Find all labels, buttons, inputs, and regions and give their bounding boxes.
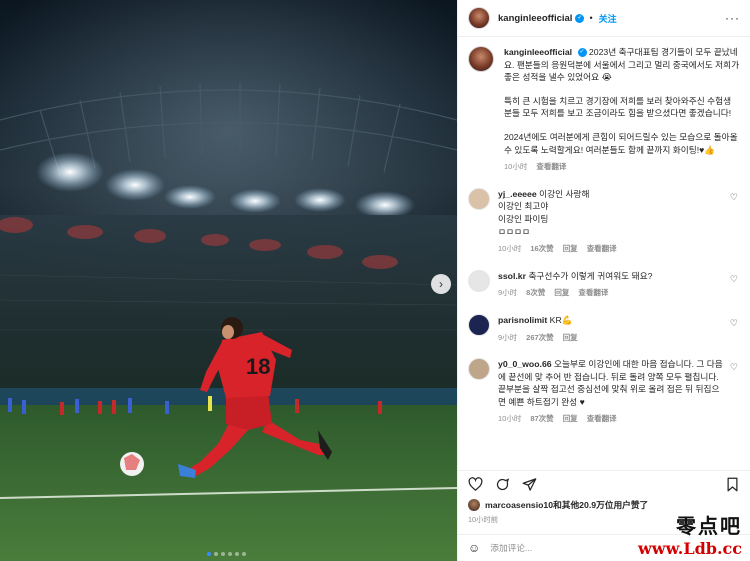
bookmark-icon[interactable] <box>725 477 740 492</box>
comment-like-heart-icon[interactable]: ♡ <box>730 362 738 373</box>
comment-item: yj_.eeeee 이강인 사랑해 이강인 최고야 이강인 파이팅 ㅁㅁㅁㅁ 10小时 1… <box>468 187 740 256</box>
comment-likes[interactable]: 8次赞 <box>526 287 545 300</box>
comment-like-heart-icon[interactable]: ♡ <box>730 318 738 329</box>
translate-link[interactable]: 查看翻译 <box>587 413 617 426</box>
post-sidebar: kanginleeofficial ✓ • 关注 ··· kanginleeof… <box>457 0 750 561</box>
action-bar <box>458 470 750 498</box>
caption-paragraph-1: kanginleeofficial ✓ 2023년 축구대표팀 경기들이 모두 … <box>504 46 740 84</box>
carousel-next-button[interactable]: › <box>431 274 451 294</box>
comment-meta: 10小时 87次赞 回复 查看翻译 <box>498 413 726 426</box>
comment-text: 이강인 최고야 <box>498 201 549 212</box>
post-caption: kanginleeofficial ✓ 2023년 축구대표팀 경기들이 모두 … <box>468 37 740 174</box>
comment-item: y0_0_woo.66 오늘부로 이강인에 대한 마음 접습니다. 그 다음에 … <box>468 358 740 426</box>
author-username[interactable]: kanginleeofficial <box>498 13 572 24</box>
comment-likes[interactable]: 87次赞 <box>530 413 553 426</box>
comment-text: 이강인 사랑해 <box>539 188 590 199</box>
comments-list[interactable]: kanginleeofficial ✓ 2023년 축구대표팀 경기들이 모두 … <box>458 37 750 470</box>
comment-icon[interactable] <box>495 477 510 492</box>
watermark-cn: 零点吧 <box>676 514 742 538</box>
commenter-username[interactable]: parisnolimit <box>498 315 547 325</box>
comment-time: 9小时 <box>498 332 518 342</box>
carousel-dot <box>214 552 218 556</box>
liker-avatar <box>468 498 480 511</box>
carousel-dot <box>235 552 239 556</box>
comment-content: ssol.kr 축구선수가 이렇게 귀여워도 돼요? 9小时 8次赞 回复 查看翻译 <box>498 270 726 300</box>
comment-meta: 9小时 8次赞 回复 查看翻译 <box>498 287 726 300</box>
comment-item: ssol.kr 축구선수가 이렇게 귀여워도 돼요? 9小时 8次赞 回复 查看翻译 ♡ <box>468 269 740 300</box>
commenter-avatar[interactable] <box>468 269 490 292</box>
comment-time: 9小时 <box>498 288 518 298</box>
comment-line: y0_0_woo.66 오늘부로 이강인에 대한 마음 접습니다. 그 다음에 … <box>498 358 726 408</box>
translate-link[interactable]: 查看翻译 <box>578 287 608 300</box>
post-photo: 18 › <box>0 0 457 561</box>
caption-paragraph-3: 2024년에도 여러분에게 큰힘이 되어드릴수 있는 모습으로 돌아올수 있도록… <box>504 131 738 155</box>
emoji-icon[interactable]: ☺ <box>468 541 480 555</box>
caption-avatar[interactable] <box>468 46 494 72</box>
reply-button[interactable]: 回复 <box>563 413 578 426</box>
soccer-ball <box>120 452 144 476</box>
caption-username[interactable]: kanginleeofficial <box>504 47 572 57</box>
share-icon[interactable] <box>522 477 537 492</box>
reply-button[interactable]: 回复 <box>563 332 578 345</box>
follow-button[interactable]: 关注 <box>599 12 617 25</box>
like-heart-icon[interactable] <box>468 477 483 492</box>
carousel-dot <box>242 552 246 556</box>
caption-paragraph-2: 특히 큰 시험을 치르고 경기장에 저희를 보러 찾아와주신 수험생 분들 모두… <box>504 95 732 119</box>
caption-translate-link[interactable]: 查看翻译 <box>536 161 566 174</box>
likes-text: 和其他20.9万位用户赞了 <box>553 500 649 510</box>
commenter-username[interactable]: y0_0_woo.66 <box>498 359 552 369</box>
comment-line: 이강인 최고야 <box>498 200 726 213</box>
comment-line: parisnolimit KR💪 <box>498 314 726 327</box>
comment-time: 10小时 <box>498 414 522 424</box>
comment-content: yj_.eeeee 이강인 사랑해 이강인 최고야 이강인 파이팅 ㅁㅁㅁㅁ 10小时 1… <box>498 188 726 256</box>
comment-text: KR💪 <box>549 314 573 325</box>
comment-likes[interactable]: 267次赞 <box>526 332 554 345</box>
stadium-scene: 18 <box>0 0 457 561</box>
verified-badge-icon: ✓ <box>577 48 587 58</box>
comment-likes[interactable]: 16次赞 <box>530 243 553 256</box>
carousel-dot <box>228 552 232 556</box>
comment-text: ㅁㅁㅁㅁ <box>498 226 530 237</box>
watermark-url: www.Ldb.cc <box>638 539 742 558</box>
commenter-avatar[interactable] <box>468 187 490 210</box>
comment-line: ssol.kr 축구선수가 이렇게 귀여워도 돼요? <box>498 270 726 283</box>
more-options-icon[interactable]: ··· <box>725 11 740 25</box>
watermark: 零点吧 www.Ldb.cc <box>638 510 742 558</box>
comment-meta: 10小时 16次赞 回复 查看翻译 <box>498 243 726 256</box>
comment-meta: 9小时 267次赞 回复 <box>498 332 726 345</box>
comment-time: 10小时 <box>498 244 522 254</box>
comment-text: 축구선수가 이렇게 귀여워도 돼요? <box>528 270 653 281</box>
commenter-avatar[interactable] <box>468 313 490 336</box>
comment-line: ㅁㅁㅁㅁ <box>498 226 726 239</box>
carousel-dot <box>207 552 211 556</box>
caption-time: 10小时 <box>504 162 528 172</box>
reply-button[interactable]: 回复 <box>554 287 569 300</box>
comment-text: 이강인 파이팅 <box>498 213 549 224</box>
author-avatar[interactable] <box>468 7 490 29</box>
liker-username[interactable]: marcoasensio10 <box>485 500 553 510</box>
comment-line: 이강인 파이팅 <box>498 213 726 226</box>
comment-like-heart-icon[interactable]: ♡ <box>730 274 738 285</box>
separator-dot: • <box>589 13 593 23</box>
carousel-dot <box>221 552 225 556</box>
comment-item: parisnolimit KR💪 9小时 267次赞 回复 ♡ <box>468 313 740 344</box>
caption-meta: 10小时 查看翻译 <box>504 161 740 174</box>
post-header: kanginleeofficial ✓ • 关注 ··· <box>458 0 750 37</box>
comment-content: y0_0_woo.66 오늘부로 이강인에 대한 마음 접습니다. 그 다음에 … <box>498 358 726 426</box>
jersey-number: 18 <box>246 354 270 379</box>
commenter-avatar[interactable] <box>468 358 490 381</box>
likes-summary[interactable]: marcoasensio10 和其他20.9万位用户赞了 <box>468 498 648 511</box>
commenter-username[interactable]: ssol.kr <box>498 271 526 281</box>
comment-line: yj_.eeeee 이강인 사랑해 <box>498 188 726 201</box>
reply-button[interactable]: 回复 <box>563 243 578 256</box>
carousel-dots <box>207 552 246 556</box>
verified-badge-icon: ✓ <box>575 13 585 23</box>
commenter-username[interactable]: yj_.eeeee <box>498 189 537 199</box>
comment-content: parisnolimit KR💪 9小时 267次赞 回复 <box>498 314 726 344</box>
post-timestamp: 10小时前 <box>468 515 499 524</box>
translate-link[interactable]: 查看翻译 <box>587 243 617 256</box>
comment-like-heart-icon[interactable]: ♡ <box>730 192 738 203</box>
